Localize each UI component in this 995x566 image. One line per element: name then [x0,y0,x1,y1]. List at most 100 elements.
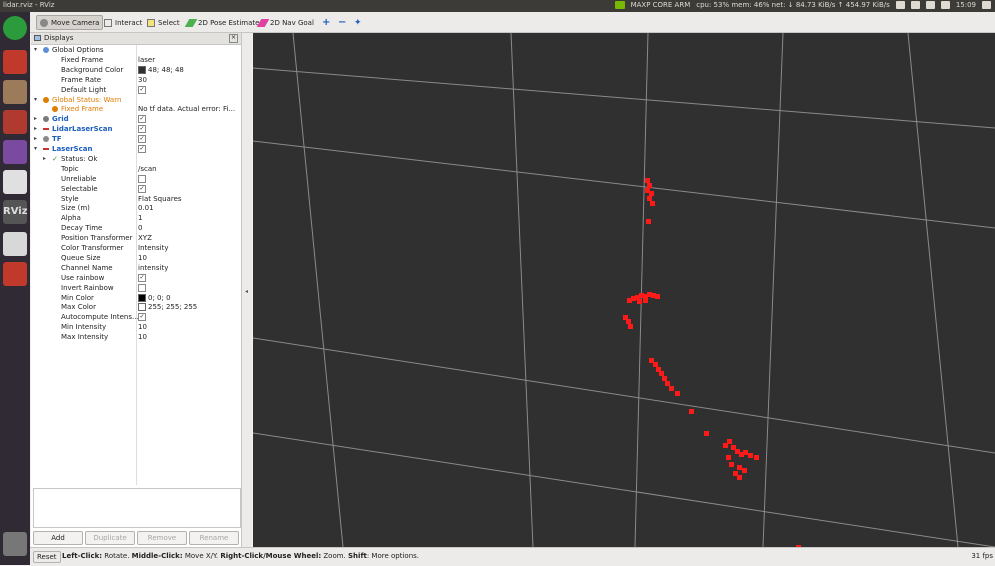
tree-row[interactable]: Alpha 1 [31,213,241,223]
expand-arrow-right-icon[interactable]: ▸ [34,114,37,124]
sb-app-icon[interactable] [3,262,27,286]
files-icon[interactable] [3,80,27,104]
checkbox[interactable]: ✓ [138,125,146,134]
tree-row[interactable]: Fixed Frame No tf data. Actual error: Fi.… [31,104,241,114]
expand-arrow-right-icon[interactable]: ▸ [43,154,46,164]
property-value[interactable]: 10 [138,253,241,263]
property-value[interactable]: 10 [138,332,241,342]
tree-row[interactable]: Unreliable [31,174,241,184]
checkbox[interactable]: ✓ [138,273,146,282]
tool-interact[interactable]: Interact [100,15,146,30]
checkbox[interactable] [138,283,146,292]
property-value[interactable] [138,283,241,293]
panel-splitter[interactable]: ◂ [242,33,252,547]
property-value[interactable]: 1 [138,213,241,223]
tree-row[interactable]: ▸ ✓ Status: Ok [31,154,241,164]
tree-row[interactable]: ▾ LaserScan ✓ [31,144,241,154]
tree-row[interactable]: Use rainbow ✓ [31,273,241,283]
drive-icon[interactable] [3,232,27,256]
property-value[interactable]: ✓ [138,124,241,134]
tree-row[interactable]: Topic/scan [31,164,241,174]
tree-row[interactable]: Channel Name intensity [31,263,241,273]
tree-row[interactable]: Max Color 255; 255; 255 [31,302,241,312]
color-swatch[interactable] [138,303,146,312]
tree-row[interactable]: ▸ LidarLaserScan ✓ [31,124,241,134]
rviz-icon[interactable]: RViz [3,200,28,224]
text-editor-icon[interactable] [3,170,27,194]
collapse-left-icon[interactable]: ◂ [245,288,248,295]
tool-2d-pose-estimate[interactable]: 2D Pose Estimate [183,15,263,30]
dash-home-icon[interactable] [3,16,27,40]
property-value[interactable]: ✓ [138,184,241,194]
checkbox[interactable]: ✓ [138,145,146,153]
nvidia-icon[interactable] [614,1,625,9]
expand-arrow-down-icon[interactable]: ▾ [34,144,37,154]
property-value[interactable]: 0; 0; 0 [138,293,241,303]
color-swatch[interactable] [138,293,146,302]
tree-row[interactable]: Default Light ✓ [31,85,241,95]
tree-row[interactable]: ▸ Grid ✓ [31,114,241,124]
volume-icon[interactable] [940,1,950,9]
tool-move-camera[interactable]: Move Camera [36,15,104,30]
property-value[interactable]: No tf data. Actual error: Fi... [138,104,241,114]
property-value[interactable]: ✓ [138,85,241,95]
color-swatch[interactable] [138,65,146,74]
checkbox[interactable]: ✓ [138,85,146,94]
trash-icon[interactable] [3,532,27,556]
tool-properties-button[interactable]: ✦ [350,15,366,30]
mail-icon[interactable] [925,1,935,9]
tree-row[interactable]: Color Transformer Intensity [31,243,241,253]
tree-row[interactable]: Min Intensity 10 [31,322,241,332]
checkbox[interactable]: ✓ [138,115,146,124]
app-launcher-icon[interactable] [3,50,27,74]
tree-row[interactable]: Min Color 0; 0; 0 [31,293,241,303]
property-value[interactable]: intensity [138,263,241,273]
tree-row[interactable]: Style Flat Squares [31,194,241,204]
tree-row[interactable]: Background Color 48; 48; 48 [31,65,241,75]
settings-icon[interactable] [3,110,27,134]
rename-button[interactable]: Rename [189,531,239,545]
tree-row[interactable]: Position Transformer XYZ [31,233,241,243]
terminal-icon[interactable] [3,140,27,164]
property-value[interactable]: 30 [138,75,241,85]
tree-row[interactable]: ▾ Global Options [31,45,241,55]
property-value[interactable]: ✓ [138,144,241,154]
reset-button[interactable]: Reset [33,551,61,563]
property-value[interactable] [138,174,241,184]
network-icon[interactable] [895,1,905,9]
property-value[interactable]: ✓ [138,134,241,144]
tree-row[interactable]: ▾ Global Status: Warn [31,95,241,105]
tree-row[interactable]: Frame Rate 30 [31,75,241,85]
system-monitor[interactable]: cpu: 53% mem: 46% net: ↓ 84.73 KiB/s ↑ 4… [696,1,890,9]
power-gear-icon[interactable] [982,1,991,9]
add-tool-button[interactable]: + [318,15,334,30]
property-value[interactable]: ✓ [138,312,241,322]
property-value[interactable]: 0.01 [138,203,241,213]
tree-row[interactable]: Selectable ✓ [31,184,241,194]
duplicate-button[interactable]: Duplicate [85,531,135,545]
property-value[interactable]: ✓ [138,273,241,283]
add-button[interactable]: Add [33,531,83,545]
tree-row[interactable]: Fixed Frame laser [31,55,241,65]
expand-arrow-right-icon[interactable]: ▸ [34,134,37,144]
tree-row[interactable]: Invert Rainbow [31,283,241,293]
scene-canvas[interactable] [253,33,995,547]
tree-row[interactable]: ▸ TF ✓ [31,134,241,144]
tree-row[interactable]: Size (m) 0.01 [31,203,241,213]
property-value[interactable]: laser [138,55,241,65]
remove-button[interactable]: Remove [137,531,187,545]
displays-tree[interactable]: ▾ Global Options Fixed Frame laser Backgroun… [31,45,241,485]
tree-row[interactable]: Decay Time 0 [31,223,241,233]
checkbox[interactable]: ✓ [138,313,146,322]
property-value[interactable]: /scan [138,164,241,174]
checkbox[interactable]: ✓ [138,184,146,193]
tree-row[interactable]: Queue Size 10 [31,253,241,263]
expand-arrow-right-icon[interactable]: ▸ [34,124,37,134]
property-value[interactable]: 10 [138,322,241,332]
render-3d-view[interactable] [253,33,995,547]
tool-select[interactable]: Select [143,15,184,30]
tree-row[interactable]: Autocompute Intens... ✓ [31,312,241,322]
property-value[interactable]: 0 [138,223,241,233]
property-value[interactable]: 48; 48; 48 [138,65,241,75]
tree-row[interactable]: Max Intensity 10 [31,332,241,342]
